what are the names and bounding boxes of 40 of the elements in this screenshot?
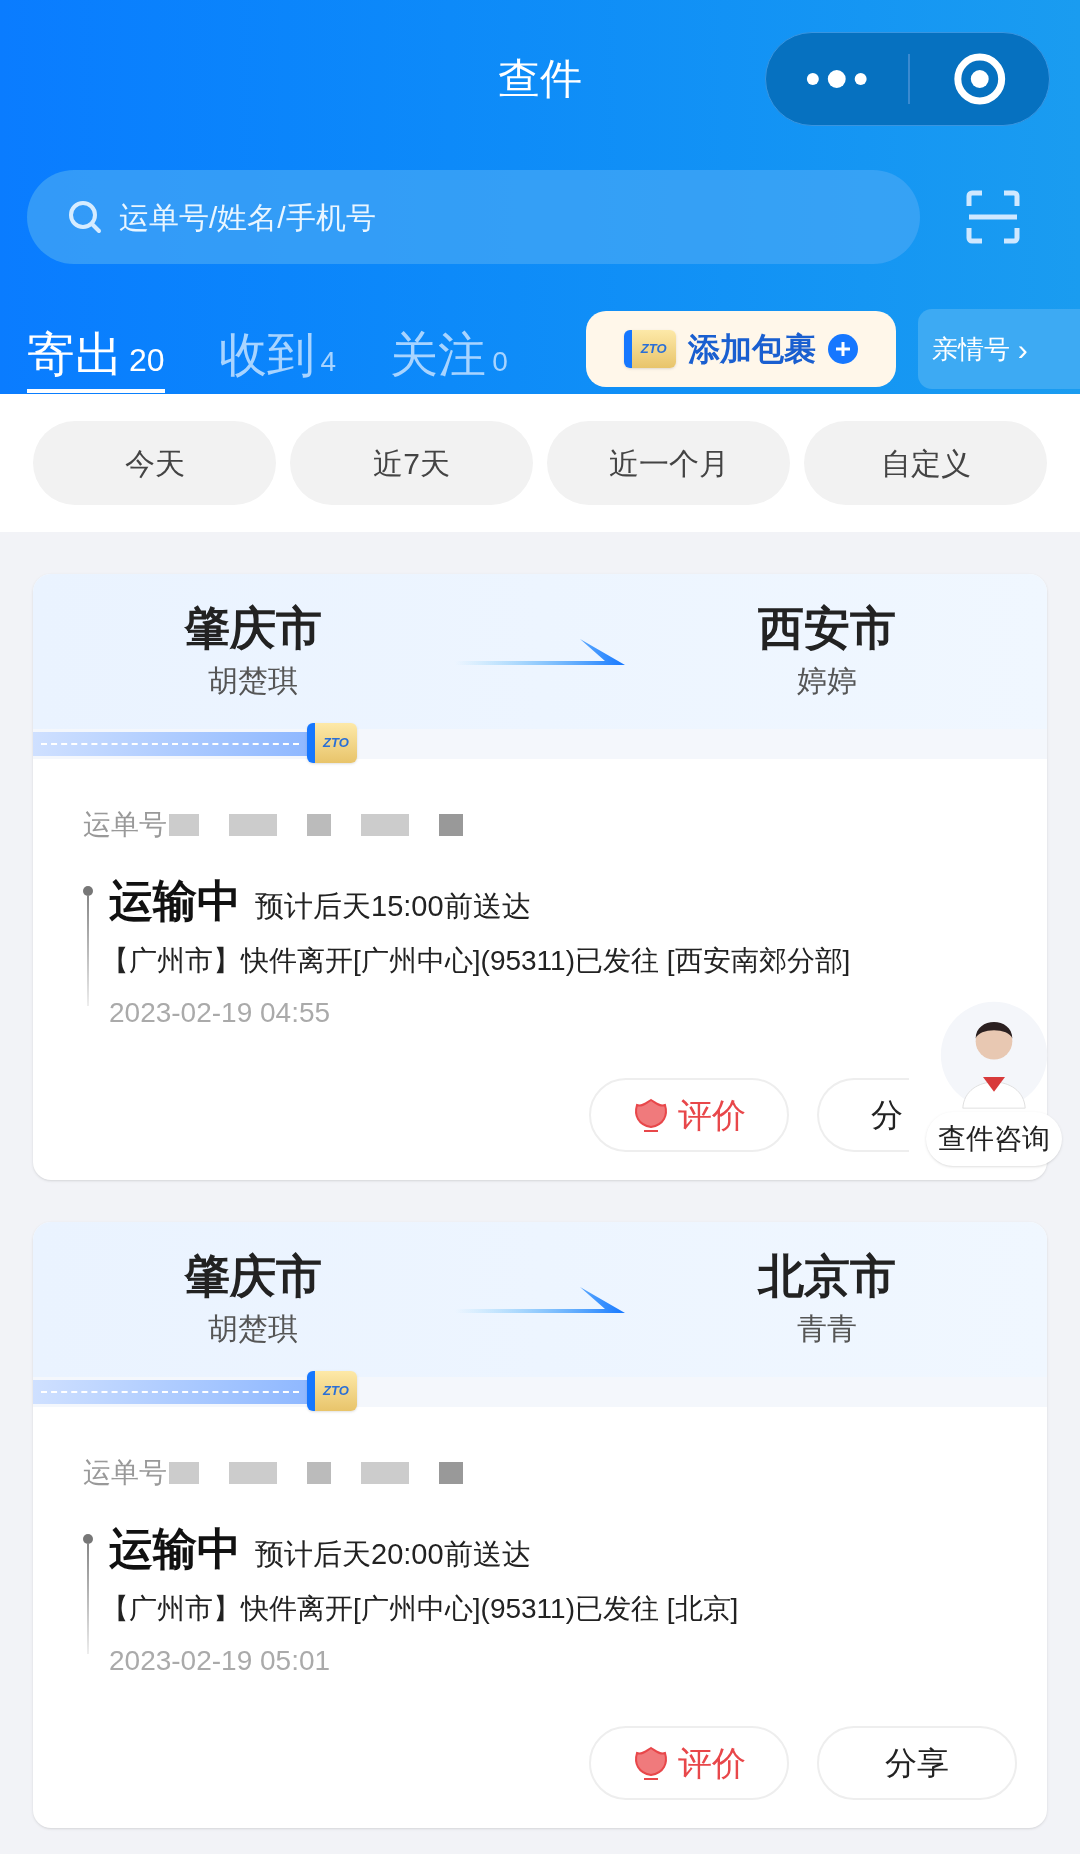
eta-text: 预计后天15:00前送达 — [255, 889, 531, 924]
share-button[interactable]: 分 — [817, 1078, 909, 1152]
recipient-name: 青青 — [797, 1310, 857, 1347]
agent-avatar-icon[interactable] — [939, 1000, 1049, 1110]
search-field[interactable]: 运单号/姓名/手机号 — [27, 170, 920, 264]
search-icon — [67, 199, 103, 235]
add-parcel-button[interactable]: ZTO 添加包裹 — [585, 311, 896, 387]
recipient-name: 婷婷 — [797, 662, 857, 699]
support-label[interactable]: 查件咨询 — [926, 1112, 1062, 1166]
redacted-number-icon — [169, 1462, 463, 1484]
parcel-logo: ZTO — [307, 723, 357, 763]
waybill-label: 运单号 — [83, 1456, 167, 1490]
eta-text: 预计后天20:00前送达 — [255, 1537, 531, 1572]
waybill-label: 运单号 — [83, 808, 167, 842]
event-time: 2023-02-19 05:01 — [109, 1644, 332, 1678]
date-filter-chip[interactable]: 自定义 — [804, 421, 1047, 505]
shipment-card[interactable]: 肇庆市 胡楚琪 北京市 青青 ZTO 运单号 运输中 预计后天20:00前送达 【广州市】快件离开[广州中心](95311)已发往 [北京] 2023-02-19 05:01 评价 分享 — [33, 1222, 1047, 1828]
parcel-logo: ZTO — [623, 330, 676, 368]
sender-name: 胡楚琪 — [208, 1310, 298, 1347]
date-filter-chip[interactable]: 近7天 — [290, 421, 533, 505]
sender-name: 胡楚琪 — [208, 662, 298, 699]
status-text: 运输中 — [109, 1523, 241, 1575]
date-filter-chip[interactable]: 今天 — [33, 421, 276, 505]
search-input[interactable]: 运单号/姓名/手机号 — [119, 194, 880, 240]
redacted-number-icon — [169, 814, 463, 836]
page-title: 查件 — [498, 53, 582, 104]
origin-city: 肇庆市 — [184, 1249, 322, 1305]
rate-button[interactable]: 评价 — [589, 1726, 789, 1800]
destination-city: 北京市 — [758, 1249, 896, 1305]
tracking-event: 【广州市】快件离开[广州中心](95311)已发往 [北京] — [101, 1592, 739, 1626]
parcel-logo: ZTO — [307, 1371, 357, 1411]
share-button[interactable]: 分享 — [817, 1726, 1017, 1800]
date-filter-chip[interactable]: 近一个月 — [547, 421, 790, 505]
tracking-event: 【广州市】快件离开[广州中心](95311)已发往 [西安南郊分部] — [101, 944, 851, 978]
event-time: 2023-02-19 04:55 — [109, 996, 332, 1030]
plus-icon — [827, 334, 858, 364]
status-text: 运输中 — [109, 875, 241, 927]
destination-city: 西安市 — [758, 601, 896, 657]
rate-button[interactable]: 评价 — [589, 1078, 789, 1152]
origin-city: 肇庆市 — [184, 601, 322, 657]
